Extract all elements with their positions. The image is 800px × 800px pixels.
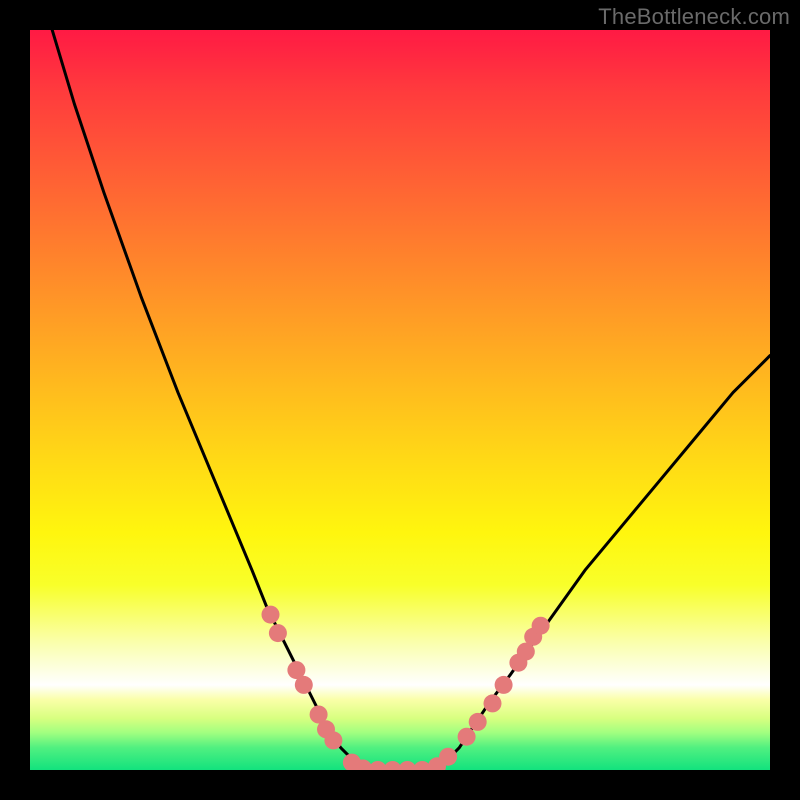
chart-frame: TheBottleneck.com — [0, 0, 800, 800]
watermark-text: TheBottleneck.com — [598, 4, 790, 30]
curve-marker — [324, 731, 342, 749]
curve-marker — [495, 676, 513, 694]
plot-area — [30, 30, 770, 770]
curve-marker — [262, 606, 280, 624]
curve-marker — [484, 694, 502, 712]
curve-markers — [262, 606, 550, 770]
bottleneck-curve — [52, 30, 770, 770]
curve-layer — [30, 30, 770, 770]
curve-marker — [269, 624, 287, 642]
curve-marker — [295, 676, 313, 694]
curve-marker — [532, 617, 550, 635]
bottleneck-curve-path — [52, 30, 770, 770]
curve-marker — [458, 728, 476, 746]
curve-marker — [439, 748, 457, 766]
curve-marker — [469, 713, 487, 731]
